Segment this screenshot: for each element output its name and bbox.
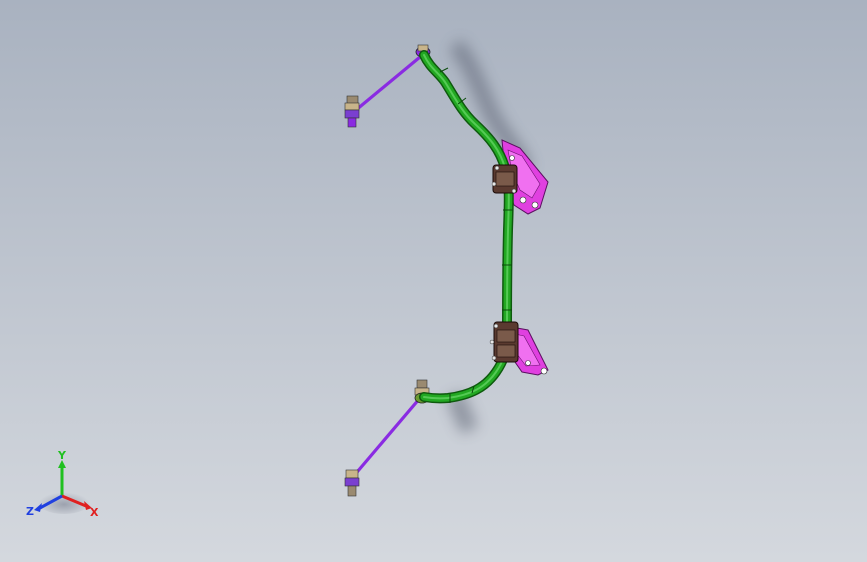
end-link-lower[interactable] (344, 379, 430, 497)
bushing-upper[interactable] (491, 164, 518, 194)
ball-joint-upper-left (344, 95, 360, 128)
y-axis-label: Y (57, 449, 67, 462)
3d-viewport[interactable]: Y X Z (0, 0, 867, 562)
ball-joint-lower-left (344, 469, 360, 497)
x-axis-label: X (90, 506, 99, 519)
triad-base (38, 490, 90, 514)
stabilizer-bar-assembly[interactable] (0, 0, 867, 562)
z-axis-label: Z (26, 505, 34, 518)
reference-triad[interactable]: Y X Z (22, 448, 106, 524)
bushing-lower[interactable] (489, 321, 519, 363)
end-link-upper[interactable] (344, 44, 431, 128)
